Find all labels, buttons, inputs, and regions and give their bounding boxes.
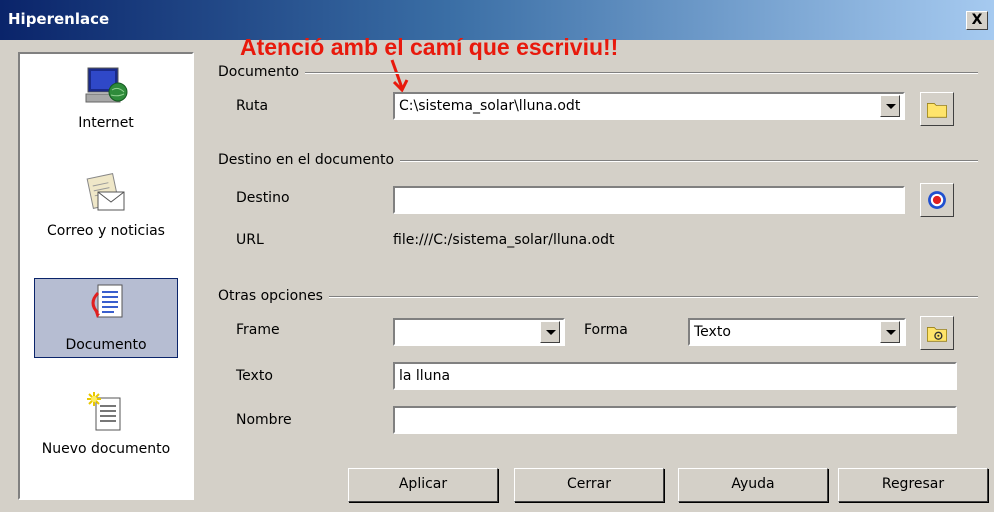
destino-input[interactable] <box>393 186 905 214</box>
globe-computer-icon <box>85 67 128 103</box>
apply-button[interactable]: Aplicar <box>348 468 498 502</box>
forma-select[interactable]: Texto <box>688 318 906 346</box>
sidebar-item-mail[interactable]: Correo y noticias <box>34 168 178 248</box>
ruta-input[interactable]: C:\sistema_solar\lluna.odt <box>393 92 905 120</box>
sidebar-item-label: Documento <box>65 337 147 353</box>
sidebar-item-document[interactable]: Documento <box>34 278 178 358</box>
url-label: URL <box>236 232 264 248</box>
sidebar-item-new-document[interactable]: Nuevo documento <box>34 386 178 466</box>
help-button[interactable]: Ayuda <box>678 468 828 502</box>
new-document-icon <box>87 392 121 431</box>
document-link-icon <box>91 284 123 318</box>
sidebar-item-label: Nuevo documento <box>41 441 171 457</box>
target-icon <box>928 191 946 209</box>
folder-icon <box>927 103 947 118</box>
close-button[interactable]: X <box>966 11 988 30</box>
url-value: file:///C:/sistema_solar/lluna.odt <box>393 232 615 248</box>
sidebar-item-internet[interactable]: Internet <box>34 60 178 140</box>
otras-group-label: Otras opciones <box>218 288 329 304</box>
close-dialog-button[interactable]: Cerrar <box>514 468 664 502</box>
window-title: Hiperenlace <box>8 10 110 28</box>
warning-annotation: Atenció amb el camí que escriviu!! <box>240 34 619 60</box>
target-button[interactable] <box>920 183 954 217</box>
ruta-dropdown-button[interactable] <box>880 95 900 117</box>
annotation-arrow-icon <box>390 59 409 93</box>
frame-dropdown-button[interactable] <box>540 321 560 343</box>
nombre-input[interactable] <box>393 406 957 434</box>
events-button[interactable] <box>920 316 954 350</box>
frame-label: Frame <box>236 322 280 338</box>
forma-dropdown-button[interactable] <box>880 321 900 343</box>
documento-group-line <box>218 72 978 74</box>
forma-label: Forma <box>584 322 628 338</box>
texto-label: Texto <box>236 368 273 384</box>
nombre-label: Nombre <box>236 412 292 428</box>
texto-input[interactable]: la lluna <box>393 362 957 390</box>
hyperlink-type-sidebar: Internet Correo y noticias Documento Nue… <box>18 52 194 500</box>
destino-group-label: Destino en el documento <box>218 152 401 168</box>
open-file-button[interactable] <box>920 92 954 126</box>
sidebar-item-label: Internet <box>78 115 134 131</box>
reset-button[interactable]: Regresar <box>838 468 988 502</box>
destino-label: Destino <box>236 190 290 206</box>
ruta-label: Ruta <box>236 98 269 114</box>
mail-icon <box>86 173 125 211</box>
documento-group-label: Documento <box>218 64 306 80</box>
otras-group-line <box>218 296 978 298</box>
sidebar-item-label: Correo y noticias <box>47 223 165 239</box>
folder-gear-icon <box>927 327 947 342</box>
